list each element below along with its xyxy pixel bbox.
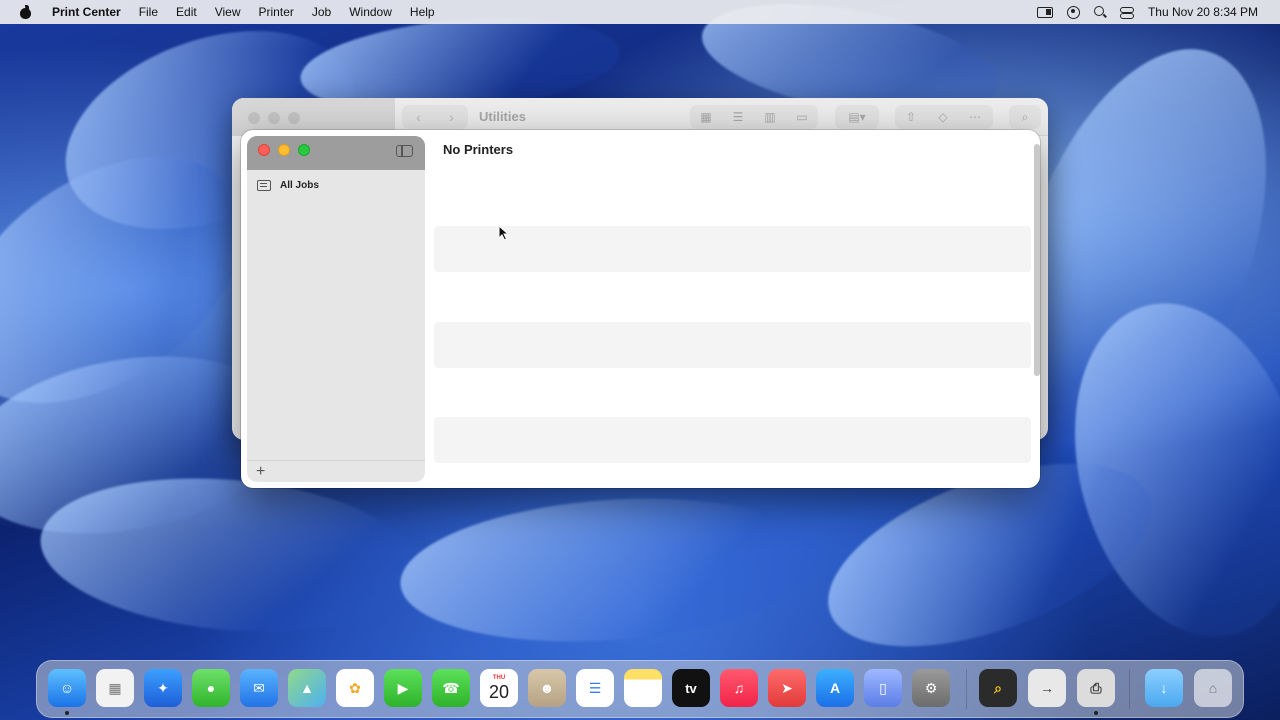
view-mode-group: ▦ ☰ ▥ ▭ [690,105,818,129]
menu-file[interactable]: File [130,0,167,24]
menu-edit[interactable]: Edit [167,0,206,24]
search-icon: ⌕ [1021,109,1029,124]
zoom-button[interactable] [288,112,300,124]
maps-icon[interactable]: ▲ [288,669,326,707]
minimize-button[interactable] [278,144,290,156]
print-center-window[interactable]: All Jobs + No Printers [241,130,1040,488]
menu-help[interactable]: Help [401,0,444,24]
screen-mirroring-icon[interactable] [1036,6,1053,18]
downloads-folder-icon[interactable]: ↓ [1145,669,1183,707]
menu-app-name[interactable]: Print Center [47,0,130,24]
trash-icon[interactable]: ⌂ [1194,669,1232,707]
group-icon: ▤▾ [848,110,866,124]
apple-tv-icon[interactable]: tv [672,669,710,707]
gallery-view-icon[interactable]: ▭ [786,105,818,129]
finder-nav-buttons: ‹ › [402,105,468,129]
app-store-icon[interactable]: A [816,669,854,707]
rocket-icon[interactable]: ➤ [768,669,806,707]
apple-tv-label: tv [685,680,697,696]
calendar-month: THU [492,675,506,681]
dock-separator [1129,669,1130,709]
page-title: No Printers [443,142,514,157]
forward-icon[interactable]: › [435,105,468,129]
calendar-day: 20 [488,682,510,702]
sidebar-footer: + [247,460,425,482]
jobs-list-icon [257,179,271,191]
safari-icon[interactable]: ✦ [144,669,182,707]
scrollbar[interactable] [1034,144,1040,376]
calendar-icon[interactable]: THU 20 [480,669,518,707]
messages-icon[interactable]: ● [192,669,230,707]
running-indicator [65,711,69,715]
minimize-button[interactable] [268,112,280,124]
zoom-button[interactable] [298,144,310,156]
sidebar-item-all-jobs[interactable]: All Jobs [257,176,319,194]
sidebar-item-label: All Jobs [280,179,319,191]
menu-bar-clock[interactable]: Thu Nov 20 8:34 PM [1148,5,1258,19]
music-icon[interactable]: ♫ [720,669,758,707]
column-view-icon[interactable]: ▥ [754,105,786,129]
sidebar-header [247,136,425,170]
running-indicator [1094,711,1098,715]
tag-icon[interactable]: ◇ [927,105,959,129]
mouse-pointer-icon [498,225,510,241]
menu-bar-status-area: Thu Nov 20 8:34 PM [1036,5,1280,19]
finder-icon[interactable]: ☺ [48,669,86,707]
list-view-icon[interactable]: ☰ [722,105,754,129]
menu-view[interactable]: View [206,0,250,24]
finder-title: Utilities [479,109,526,124]
facetime-icon[interactable]: ▶ [384,669,422,707]
sidebar: All Jobs + [247,136,425,482]
close-button[interactable] [258,144,270,156]
system-settings-icon[interactable]: ⚙ [912,669,950,707]
empty-row [434,226,1031,272]
notes-icon[interactable] [624,669,662,707]
empty-row [434,322,1031,368]
menu-job[interactable]: Job [303,0,340,24]
empty-row [434,417,1031,463]
dock: ☺ ▦ ✦ ● ✉ ▲ ✿ ▶ ☎ THU 20 ☻ ☰ tv ♫ ➤ A ▯ … [36,660,1244,718]
dock-separator [966,669,967,709]
menu-bar: Print Center File Edit View Printer Job … [0,0,1280,24]
contacts-icon[interactable]: ☻ [528,669,566,707]
share-icon[interactable]: ⇧ [895,105,927,129]
spotlight-search-icon[interactable] [1093,6,1106,18]
preview-icon[interactable]: ⌕ [979,669,1017,707]
control-center-icon[interactable] [1119,6,1134,19]
iphone-mirroring-icon[interactable]: ▯ [864,669,902,707]
apple-logo-icon[interactable] [17,5,35,19]
photos-icon[interactable]: ✿ [336,669,374,707]
menu-printer[interactable]: Printer [250,0,303,24]
action-group: ⇧ ◇ ⋯ [895,105,993,129]
add-printer-button[interactable]: + [256,462,265,482]
sidebar-toggle-icon[interactable] [396,145,413,157]
finder-search-button[interactable]: ⌕ [1009,105,1041,129]
mail-icon[interactable]: ✉ [240,669,278,707]
reminders-icon[interactable]: ☰ [576,669,614,707]
icon-view-icon[interactable]: ▦ [690,105,722,129]
migration-assistant-icon[interactable]: → [1028,669,1066,707]
back-icon[interactable]: ‹ [402,105,435,129]
user-account-icon[interactable] [1066,5,1080,19]
group-button[interactable]: ▤▾ [835,105,879,129]
more-icon[interactable]: ⋯ [959,105,991,129]
launchpad-icon[interactable]: ▦ [96,669,134,707]
close-button[interactable] [248,112,260,124]
phone-icon[interactable]: ☎ [432,669,470,707]
menu-window[interactable]: Window [340,0,401,24]
print-center-icon[interactable]: ⎙ [1077,669,1115,707]
